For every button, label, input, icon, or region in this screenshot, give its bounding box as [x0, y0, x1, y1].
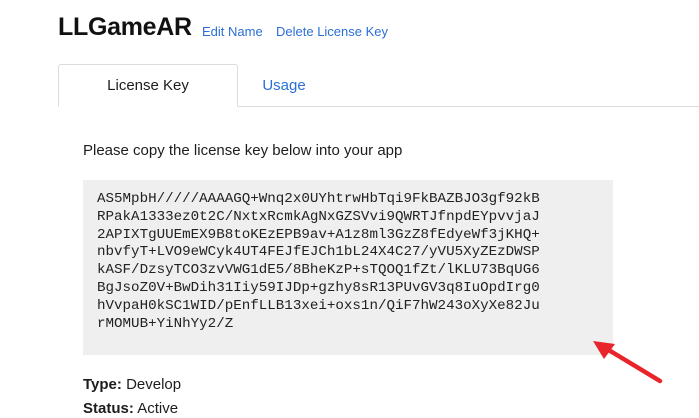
- tab-usage[interactable]: Usage: [238, 64, 330, 107]
- tab-license-key[interactable]: License Key: [58, 64, 238, 107]
- delete-license-key-link[interactable]: Delete License Key: [276, 24, 388, 40]
- license-key-line: hVvpaH0kSC1WID/pEnfLLB13xei+oxs1n/QiF7hW…: [97, 297, 540, 314]
- license-type-label: Type:: [83, 376, 122, 393]
- license-key-line: 2APIXTgUUEmEX9B8toKEzEPB9av+A1z8ml3GzZ8f…: [97, 226, 540, 243]
- red-arrow-icon: [593, 341, 663, 384]
- license-key-line: nbvfyT+LVO9eWCyk4UT4FEJfEJCh1bL24X4C27/y…: [97, 244, 540, 261]
- license-key-text[interactable]: AS5MpbH/////AAAAGQ+Wnq2x0UYhtrwHbTqi9FkB…: [97, 191, 599, 333]
- license-key-line: BgJsoZ0V+BwDih31Iiy59IJDp+gzhy8sR13PUvGV…: [97, 279, 540, 296]
- license-type-row: Type: Develop: [83, 376, 181, 394]
- license-type-value: Develop: [126, 376, 182, 393]
- edit-name-link[interactable]: Edit Name: [202, 24, 263, 40]
- license-key-box[interactable]: AS5MpbH/////AAAAGQ+Wnq2x0UYhtrwHbTqi9FkB…: [83, 180, 613, 355]
- app-title: LLGameAR: [58, 13, 192, 41]
- license-key-line: RPakA1333ez0t2C/NxtxRcmkAgNxGZSVvi9QWRTJ…: [97, 208, 540, 225]
- license-key-line: AS5MpbH/////AAAAGQ+Wnq2x0UYhtrwHbTqi9FkB…: [97, 191, 540, 207]
- license-instructions: Please copy the license key below into y…: [83, 142, 403, 159]
- license-key-line: kASF/DzsyTCO3zvVWG1dE5/8BheKzP+sTQOQ1fZt…: [97, 262, 540, 279]
- license-status-row: Status: Active: [83, 400, 178, 418]
- license-key-line: rMOMUB+YiNhYy2/Z: [97, 315, 234, 332]
